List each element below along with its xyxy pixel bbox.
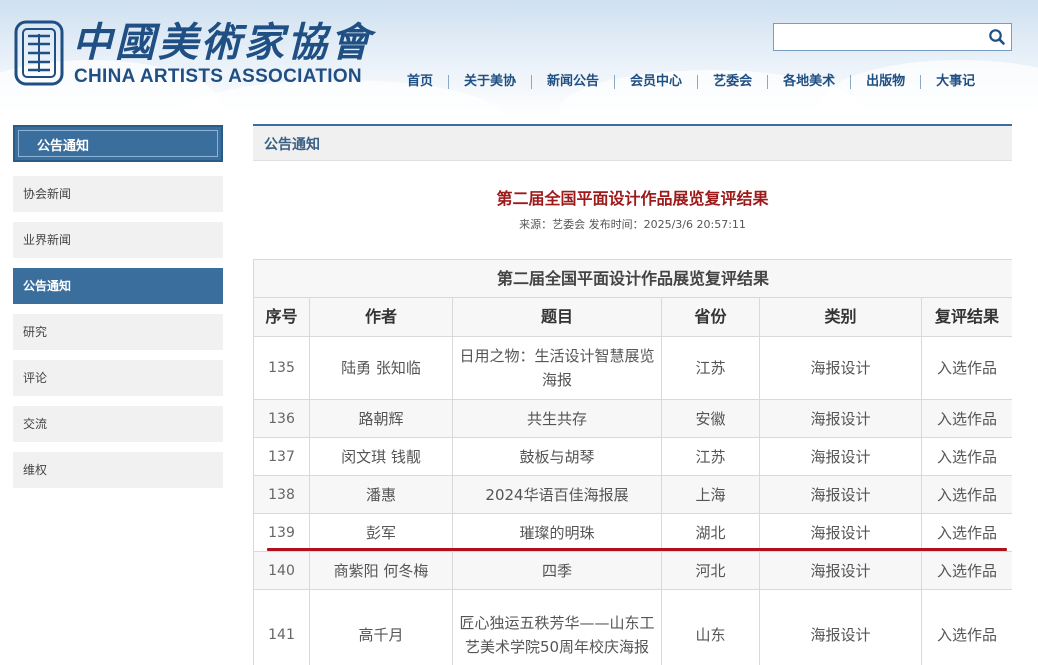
highlight-underline xyxy=(267,548,1007,551)
cell-result: 入选作品 xyxy=(920,336,1012,400)
article-title: 第二届全国平面设计作品展览复评结果 xyxy=(496,189,769,208)
cell-number: 136 xyxy=(253,399,310,438)
cell-title: 2024华语百佳海报展 xyxy=(452,475,662,514)
cell-province: 江苏 xyxy=(661,336,760,400)
table-row: 137 闵文琪 钱靓 鼓板与胡琴 江苏 海报设计 入选作品 xyxy=(253,437,1012,476)
site-header: 中國美術家協會 CHINA ARTISTS ASSOCIATION 首页 关于美… xyxy=(0,0,1038,118)
cell-title: 匠心独运五秩芳华——山东工艺美术学院50周年校庆海报 xyxy=(452,589,662,665)
header-number: 序号 xyxy=(253,297,310,337)
sidebar-menu: 协会新闻 业界新闻 公告通知 研究 评论 交流 维权 xyxy=(13,176,223,498)
sidebar-item-announcements[interactable]: 公告通知 xyxy=(13,268,223,304)
cell-province: 江苏 xyxy=(661,437,760,476)
nav-art-committee[interactable]: 艺委会 xyxy=(698,73,767,91)
cell-author: 商紫阳 何冬梅 xyxy=(309,551,453,590)
logo-english-text[interactable]: CHINA ARTISTS ASSOCIATION xyxy=(74,66,362,88)
sidebar-item-reviews[interactable]: 评论 xyxy=(13,360,223,396)
cell-category: 海报设计 xyxy=(759,513,922,552)
cell-result: 入选作品 xyxy=(920,437,1012,476)
section-title: 公告通知 xyxy=(264,137,320,153)
sidebar-title-text: 公告通知 xyxy=(37,139,90,154)
cell-author: 路朝辉 xyxy=(309,399,453,438)
table-caption: 第二届全国平面设计作品展览复评结果 xyxy=(253,259,1012,298)
cell-author: 潘惠 xyxy=(309,475,453,514)
cell-number: 139 xyxy=(253,513,310,552)
search-icon[interactable] xyxy=(988,28,1006,46)
table-row: 135 陆勇 张知临 日用之物：生活设计智慧展览海报 江苏 海报设计 入选作品 xyxy=(253,336,1012,400)
cell-author: 陆勇 张知临 xyxy=(309,336,453,400)
cell-category: 海报设计 xyxy=(759,475,922,514)
sidebar-item-association-news[interactable]: 协会新闻 xyxy=(13,176,223,212)
cell-result: 入选作品 xyxy=(920,399,1012,438)
table-row: 139 彭军 璀璨的明珠 湖北 海报设计 入选作品 xyxy=(253,513,1012,552)
association-emblem-icon[interactable] xyxy=(14,20,64,86)
cell-result: 入选作品 xyxy=(920,513,1012,552)
logo-chinese-text[interactable]: 中國美術家協會 xyxy=(72,20,373,66)
cell-result: 入选作品 xyxy=(920,475,1012,514)
cell-number: 137 xyxy=(253,437,310,476)
cell-title: 璀璨的明珠 xyxy=(452,513,662,552)
cell-province: 湖北 xyxy=(661,513,760,552)
nav-about[interactable]: 关于美协 xyxy=(449,73,531,91)
cell-author: 闵文琪 钱靓 xyxy=(309,437,453,476)
cell-category: 海报设计 xyxy=(759,589,922,665)
table-row: 136 路朝辉 共生共存 安徽 海报设计 入选作品 xyxy=(253,399,1012,438)
cell-title: 共生共存 xyxy=(452,399,662,438)
cell-category: 海报设计 xyxy=(759,336,922,400)
cell-province: 安徽 xyxy=(661,399,760,438)
cell-number: 138 xyxy=(253,475,310,514)
cell-category: 海报设计 xyxy=(759,437,922,476)
cell-province: 河北 xyxy=(661,551,760,590)
header-title: 题目 xyxy=(452,297,662,337)
cell-province: 山东 xyxy=(661,589,760,665)
section-header: 公告通知 xyxy=(253,124,1012,161)
cell-number: 135 xyxy=(253,336,310,400)
search-input[interactable] xyxy=(776,26,981,48)
nav-home[interactable]: 首页 xyxy=(392,73,448,91)
nav-publications[interactable]: 出版物 xyxy=(851,73,920,91)
main-nav: 首页 关于美协 新闻公告 会员中心 艺委会 各地美术 出版物 大事记 xyxy=(392,72,990,92)
sidebar-title: 公告通知 xyxy=(13,125,223,162)
header-author: 作者 xyxy=(309,297,453,337)
cell-result: 入选作品 xyxy=(920,589,1012,665)
cell-result: 入选作品 xyxy=(920,551,1012,590)
search-box xyxy=(773,23,1012,51)
cell-title: 四季 xyxy=(452,551,662,590)
sidebar-item-rights[interactable]: 维权 xyxy=(13,452,223,488)
cell-category: 海报设计 xyxy=(759,551,922,590)
nav-regional-art[interactable]: 各地美术 xyxy=(768,73,850,91)
cell-number: 141 xyxy=(253,589,310,665)
nav-news[interactable]: 新闻公告 xyxy=(532,73,614,91)
results-table: 第二届全国平面设计作品展览复评结果 序号 作者 题目 省份 类别 复评结果 13… xyxy=(253,259,1012,665)
article-meta: 来源：艺委会 发布时间：2025/3/6 20:57:11 xyxy=(519,218,746,231)
table-row: 138 潘惠 2024华语百佳海报展 上海 海报设计 入选作品 xyxy=(253,475,1012,514)
header-result: 复评结果 xyxy=(920,297,1012,337)
cell-number: 140 xyxy=(253,551,310,590)
nav-events[interactable]: 大事记 xyxy=(921,73,990,91)
nav-members[interactable]: 会员中心 xyxy=(615,73,697,91)
header-category: 类别 xyxy=(759,297,922,337)
table-row: 141 高千月 匠心独运五秩芳华——山东工艺美术学院50周年校庆海报 山东 海报… xyxy=(253,589,1012,665)
sidebar-item-industry-news[interactable]: 业界新闻 xyxy=(13,222,223,258)
results-table-container: 第二届全国平面设计作品展览复评结果 序号 作者 题目 省份 类别 复评结果 13… xyxy=(253,259,1012,665)
header-province: 省份 xyxy=(661,297,760,337)
table-row: 140 商紫阳 何冬梅 四季 河北 海报设计 入选作品 xyxy=(253,551,1012,590)
cell-title: 鼓板与胡琴 xyxy=(452,437,662,476)
cell-province: 上海 xyxy=(661,475,760,514)
cell-author: 高千月 xyxy=(309,589,453,665)
sidebar-item-research[interactable]: 研究 xyxy=(13,314,223,350)
cell-author: 彭军 xyxy=(309,513,453,552)
sidebar-item-exchange[interactable]: 交流 xyxy=(13,406,223,442)
cell-title: 日用之物：生活设计智慧展览海报 xyxy=(452,336,662,400)
cell-category: 海报设计 xyxy=(759,399,922,438)
